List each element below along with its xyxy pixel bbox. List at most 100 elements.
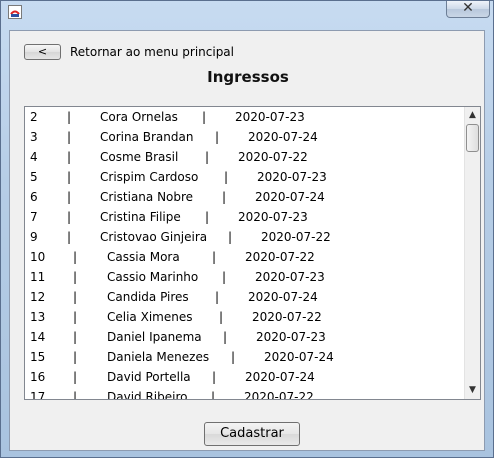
separator: | [224, 170, 229, 184]
separator: | [67, 210, 72, 224]
title-bar[interactable]: ✕ [1, 1, 493, 23]
ticket-name: Celia Ximenes [107, 310, 193, 324]
ticket-row[interactable]: 2 | Cora Ornelas | 2020-07-23 [25, 107, 465, 127]
separator: | [73, 350, 78, 364]
ticket-row[interactable]: 16 | David Portella | 2020-07-24 [25, 367, 465, 387]
ticket-date: 2020-07-22 [252, 310, 322, 324]
ticket-id: 3 [30, 130, 38, 144]
ticket-name: Cristina Filipe [100, 210, 181, 224]
vertical-scrollbar[interactable]: ▲ ▼ [464, 107, 480, 399]
ticket-name: Candida Pires [107, 290, 189, 304]
register-button[interactable]: Cadastrar [204, 422, 300, 446]
ticket-id: 17 [30, 390, 46, 399]
ticket-id: 14 [30, 330, 46, 344]
ticket-row[interactable]: 10 | Cassia Mora | 2020-07-22 [25, 247, 465, 267]
ticket-date: 2020-07-24 [264, 350, 334, 364]
java-app-icon [8, 5, 22, 19]
ticket-id: 5 [30, 170, 38, 184]
ticket-id: 11 [30, 270, 46, 284]
separator: | [67, 230, 72, 244]
ticket-row[interactable]: 3 | Corina Brandan | 2020-07-24 [25, 127, 465, 147]
ticket-date: 2020-07-22 [238, 150, 308, 164]
ticket-name: Cristovao Ginjeira [100, 230, 208, 244]
separator: | [73, 330, 78, 344]
ticket-id: 12 [30, 290, 46, 304]
separator: | [67, 170, 72, 184]
close-icon: ✕ [462, 0, 474, 16]
ticket-name: Cassia Mora [107, 250, 180, 264]
back-button-caption: Retornar ao menu principal [70, 45, 234, 59]
ticket-row[interactable]: 5 | Crispim Cardoso | 2020-07-23 [25, 167, 465, 187]
ticket-id: 10 [30, 250, 46, 264]
separator: | [212, 370, 217, 384]
separator: | [73, 270, 78, 284]
ticket-date: 2020-07-24 [248, 290, 318, 304]
ticket-row[interactable]: 14 | Daniel Ipanema | 2020-07-23 [25, 327, 465, 347]
ticket-name: Daniela Menezes [107, 350, 210, 364]
separator: | [73, 390, 78, 399]
separator: | [222, 190, 227, 204]
ticket-date: 2020-07-22 [245, 250, 315, 264]
ticket-row[interactable]: 4 | Cosme Brasil | 2020-07-22 [25, 147, 465, 167]
scroll-down-icon[interactable]: ▼ [465, 382, 480, 399]
ticket-row[interactable]: 15 | Daniela Menezes | 2020-07-24 [25, 347, 465, 367]
separator: | [215, 290, 220, 304]
separator: | [231, 350, 236, 364]
ticket-name: Daniel Ipanema [107, 330, 202, 344]
separator: | [205, 150, 210, 164]
ticket-name: Cosme Brasil [100, 150, 179, 164]
separator: | [219, 310, 224, 324]
separator: | [73, 250, 78, 264]
separator: | [228, 230, 233, 244]
ticket-row[interactable]: 17 | David Ribeiro | 2020-07-22 [25, 387, 465, 399]
back-button[interactable]: < [24, 44, 61, 60]
separator: | [212, 250, 217, 264]
ticket-id: 9 [30, 230, 38, 244]
ticket-name: Cassio Marinho [107, 270, 199, 284]
ticket-name: Crispim Cardoso [100, 170, 199, 184]
separator: | [67, 150, 72, 164]
tickets-list[interactable]: 2 | Cora Ornelas | 2020-07-23 3 | Corina Branda… [24, 106, 481, 400]
separator: | [73, 290, 78, 304]
separator: | [73, 370, 78, 384]
ticket-name: Cora Ornelas [100, 110, 178, 124]
ticket-id: 7 [30, 210, 38, 224]
ticket-id: 4 [30, 150, 38, 164]
ticket-name: David Portella [107, 370, 191, 384]
scroll-thumb[interactable] [466, 124, 479, 152]
ticket-id: 2 [30, 110, 38, 124]
separator: | [211, 390, 216, 399]
ticket-row[interactable]: 13 | Celia Ximenes | 2020-07-22 [25, 307, 465, 327]
separator: | [67, 190, 72, 204]
scroll-up-icon[interactable]: ▲ [465, 107, 480, 124]
ticket-name: Corina Brandan [100, 130, 194, 144]
ticket-date: 2020-07-23 [256, 330, 326, 344]
ticket-date: 2020-07-23 [235, 110, 305, 124]
ticket-id: 16 [30, 370, 46, 384]
ticket-name: David Ribeiro [107, 390, 188, 399]
ticket-date: 2020-07-24 [255, 190, 325, 204]
ticket-row[interactable]: 6 | Cristiana Nobre | 2020-07-24 [25, 187, 465, 207]
separator: | [67, 110, 72, 124]
application-window: ✕ < Retornar ao menu principal Ingressos… [0, 0, 494, 458]
main-panel: < Retornar ao menu principal Ingressos 2… [9, 30, 485, 451]
separator: | [73, 310, 78, 324]
ticket-id: 6 [30, 190, 38, 204]
separator: | [67, 130, 72, 144]
ticket-date: 2020-07-23 [257, 170, 327, 184]
ticket-row[interactable]: 9 | Cristovao Ginjeira | 2020-07-22 [25, 227, 465, 247]
separator: | [215, 130, 220, 144]
separator: | [222, 270, 227, 284]
ticket-id: 13 [30, 310, 46, 324]
separator: | [205, 210, 210, 224]
ticket-date: 2020-07-23 [255, 270, 325, 284]
ticket-row[interactable]: 11 | Cassio Marinho | 2020-07-23 [25, 267, 465, 287]
ticket-row[interactable]: 12 | Candida Pires | 2020-07-24 [25, 287, 465, 307]
ticket-name: Cristiana Nobre [100, 190, 194, 204]
ticket-date: 2020-07-24 [245, 370, 315, 384]
tickets-list-viewport: 2 | Cora Ornelas | 2020-07-23 3 | Corina Branda… [25, 107, 465, 399]
close-button[interactable]: ✕ [446, 1, 490, 18]
ticket-row[interactable]: 7 | Cristina Filipe | 2020-07-23 [25, 207, 465, 227]
separator: | [202, 110, 207, 124]
ticket-date: 2020-07-22 [244, 390, 314, 399]
